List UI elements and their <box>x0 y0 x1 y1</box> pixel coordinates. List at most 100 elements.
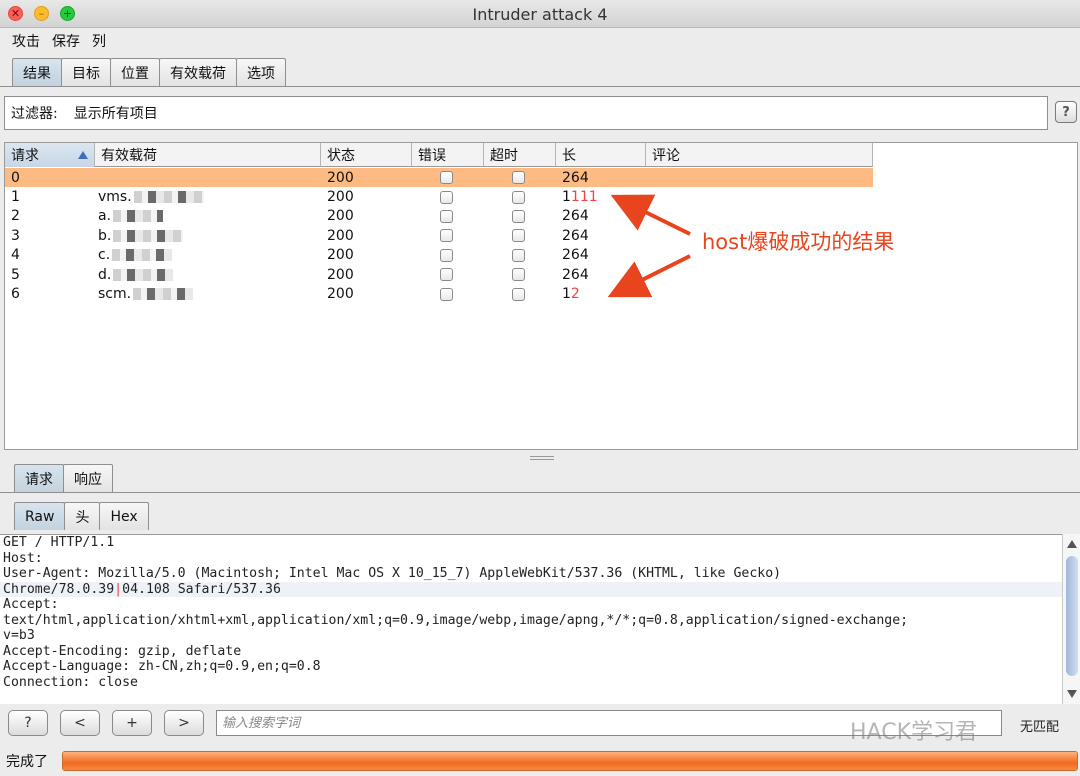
search-help-button[interactable]: ? <box>8 710 48 736</box>
raw-line-part: 4.108 Safari/537.36 <box>130 581 281 597</box>
scroll-down-icon[interactable] <box>1067 690 1077 698</box>
cell-error <box>412 207 484 226</box>
error-checkbox <box>440 209 453 223</box>
tab-positions[interactable]: 位置 <box>110 58 160 86</box>
previous-match-button[interactable]: < <box>60 710 100 736</box>
raw-line: Connection: close <box>3 674 138 690</box>
cell-timeout <box>484 265 556 284</box>
table-row[interactable]: 2 a. 200 264 <box>5 207 873 226</box>
redacted-blur <box>133 288 194 301</box>
col-length[interactable]: 长 <box>556 143 646 167</box>
cell-request: 2 <box>11 208 20 225</box>
raw-line: GET / HTTP/1.1 <box>3 535 115 550</box>
error-checkbox <box>440 190 453 204</box>
col-timeout[interactable]: 超时 <box>484 143 556 167</box>
tab-raw[interactable]: Raw <box>14 502 66 530</box>
cell-payload: c. <box>95 246 321 265</box>
tab-response[interactable]: 响应 <box>63 464 113 492</box>
raw-line: Accept-Language: zh-CN,zh;q=0.9,en;q=0.8 <box>3 659 321 674</box>
tab-target[interactable]: 目标 <box>61 58 111 86</box>
cell-error <box>412 187 484 206</box>
menu-columns[interactable]: 列 <box>92 31 106 51</box>
filter-help-button[interactable]: ? <box>1055 101 1077 123</box>
raw-line: text/html,application/xhtml+xml,applicat… <box>3 612 909 628</box>
cell-length: 264 <box>556 246 646 265</box>
payload-text: a. <box>98 208 112 225</box>
search-bar: ? < + > HACK学习君 无匹配 <box>0 706 1080 745</box>
tab-headers[interactable]: 头 <box>64 502 101 530</box>
length-text: 264 <box>562 169 589 186</box>
tabs-divider <box>0 86 1080 87</box>
col-comment[interactable]: 评论 <box>646 143 873 167</box>
annotation-text: host爆破成功的结果 <box>702 230 895 254</box>
cell-comment <box>646 168 873 187</box>
tab-options[interactable]: 选项 <box>236 58 286 86</box>
table-row[interactable]: 0 200 264 <box>5 168 873 188</box>
cell-status: 200 <box>327 208 354 225</box>
timeout-checkbox <box>512 171 525 185</box>
raw-line: User-Agent: Mozilla/5.0 (Macintosh; Inte… <box>3 566 782 581</box>
cell-status: 200 <box>327 247 354 264</box>
raw-line: Accept: <box>3 597 59 612</box>
col-payload[interactable]: 有效载荷 <box>95 143 321 167</box>
error-checkbox <box>440 287 453 301</box>
table-row[interactable]: 5 d. 200 264 <box>5 265 873 284</box>
menu-attack[interactable]: 攻击 <box>12 31 40 51</box>
length-text: 264 <box>562 247 589 264</box>
cell-request: 3 <box>11 227 20 244</box>
menu-save[interactable]: 保存 <box>52 31 80 51</box>
timeout-checkbox <box>512 268 525 282</box>
progress-bar <box>62 751 1078 771</box>
tab-request[interactable]: 请求 <box>14 464 64 492</box>
timeout-checkbox <box>512 209 525 223</box>
cell-timeout <box>484 284 556 303</box>
cell-error <box>412 168 484 187</box>
cell-timeout <box>484 207 556 226</box>
cell-length: 1 111 <box>556 187 646 206</box>
redacted-blur <box>113 268 174 281</box>
cell-error <box>412 246 484 265</box>
menu-bar: 攻击 保存 列 <box>0 29 1080 53</box>
length-redacted-digits: 111 <box>570 189 598 206</box>
cell-comment <box>646 187 873 206</box>
raw-line: Accept-Encoding: gzip, deflate <box>3 643 242 659</box>
pane-splitter-handle[interactable] <box>530 456 554 460</box>
col-request[interactable]: 请求 <box>5 143 95 167</box>
cell-request: 4 <box>11 247 20 264</box>
results-table: 请求 有效载荷 状态 错误 超时 长 评论 0 200 264 1 vms. 200 1 11… <box>4 142 1078 450</box>
payload-text: c. <box>98 247 111 264</box>
status-bar: 完成了 <box>0 746 1080 776</box>
cell-comment <box>646 265 873 284</box>
cell-status: 200 <box>327 189 354 206</box>
scroll-thumb[interactable] <box>1066 556 1078 676</box>
cell-length: 12 <box>556 284 646 303</box>
length-text: 1 <box>562 189 571 206</box>
cell-request: 6 <box>11 286 20 303</box>
tab-hex[interactable]: Hex <box>99 502 149 530</box>
table-row[interactable]: 1 vms. 200 1 111 <box>5 187 873 206</box>
tab-results[interactable]: 结果 <box>12 58 62 86</box>
add-search-button[interactable]: + <box>112 710 152 736</box>
filter-value: 显示所有项目 <box>73 106 158 122</box>
cell-status: 200 <box>327 286 354 303</box>
scroll-up-icon[interactable] <box>1067 540 1077 548</box>
filter-bar[interactable]: 过滤器: 显示所有项目 <box>4 96 1048 130</box>
cell-comment <box>646 207 873 226</box>
watermark-text: HACK学习君 <box>850 720 977 745</box>
redacted-blur <box>112 249 173 262</box>
payload-text: scm. <box>98 286 132 303</box>
cell-payload: vms. <box>95 187 321 206</box>
error-checkbox <box>440 229 453 243</box>
col-status[interactable]: 状态 <box>321 143 412 167</box>
raw-request-editor[interactable]: GET / HTTP/1.1 Host: User-Agent: Mozilla… <box>0 534 1062 704</box>
cell-request: 5 <box>11 266 20 283</box>
next-match-button[interactable]: > <box>164 710 204 736</box>
redacted-blur <box>113 229 184 242</box>
tab-payloads[interactable]: 有效载荷 <box>159 58 237 86</box>
raw-vertical-scrollbar[interactable] <box>1062 534 1080 704</box>
error-checkbox <box>440 171 453 185</box>
raw-line-part: 0 <box>122 581 131 597</box>
cell-payload: scm. <box>95 284 321 303</box>
col-error[interactable]: 错误 <box>412 143 484 167</box>
table-row[interactable]: 6 scm. 200 1 2 <box>5 284 873 303</box>
